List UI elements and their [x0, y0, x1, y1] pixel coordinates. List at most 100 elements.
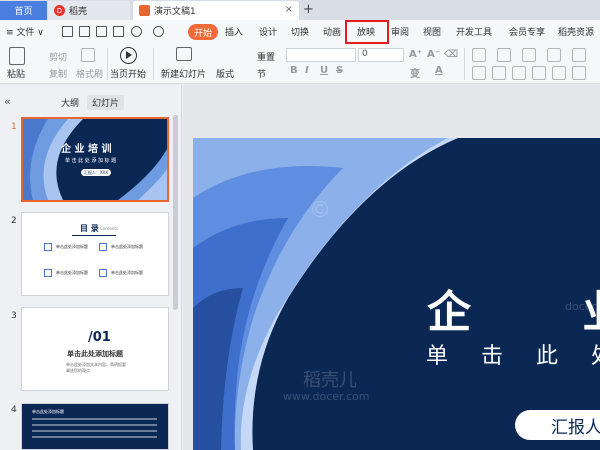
- clear-format-icon[interactable]: ⌫: [444, 49, 458, 60]
- tab-docer-label: 稻壳: [69, 7, 88, 17]
- paste-icon[interactable]: [9, 47, 25, 65]
- item-marker: [44, 269, 52, 277]
- copy-button[interactable]: 复制: [49, 67, 67, 80]
- reset-button[interactable]: 重置: [257, 50, 275, 63]
- font-color-button[interactable]: A: [435, 65, 443, 76]
- thumb-title: 单击此处添加标题: [32, 409, 64, 414]
- tab-slides[interactable]: 幻灯片: [87, 95, 125, 110]
- justify-icon[interactable]: [532, 66, 546, 80]
- bold-button[interactable]: B: [290, 65, 298, 76]
- toolbar-divider: [107, 48, 108, 80]
- slide-canvas[interactable]: © 稻壳儿 www.docer.com docer.com 企 业 单 击 此 …: [193, 138, 600, 450]
- toc-item: 单击此处添加标题: [56, 270, 88, 275]
- menu-developer[interactable]: 开发工具: [456, 25, 492, 38]
- menu-transition[interactable]: 切换: [291, 25, 309, 38]
- tab-outline[interactable]: 大纲: [61, 96, 79, 109]
- watermark-url: www.docer.com: [283, 390, 370, 403]
- menu-start-label: 开始: [193, 28, 212, 39]
- preview-icon[interactable]: [113, 26, 124, 37]
- text-line: [32, 424, 157, 426]
- menu-animation[interactable]: 动画: [323, 25, 341, 38]
- new-tab-icon[interactable]: +: [303, 2, 314, 17]
- menu-start[interactable]: 开始: [188, 24, 218, 40]
- shrink-font-button[interactable]: A⁻: [427, 49, 440, 60]
- watermark-text: 稻壳儿: [303, 370, 357, 391]
- item-marker: [99, 269, 107, 277]
- play-icon[interactable]: [120, 47, 137, 64]
- panel-scrollbar[interactable]: [173, 115, 178, 310]
- outdent-icon[interactable]: [547, 48, 561, 62]
- text-direction-icon[interactable]: [572, 66, 586, 80]
- slideshow-highlight-box: [345, 20, 389, 44]
- tab-document-label: 演示文稿1: [154, 7, 196, 17]
- thumb-subtitle: 单 击 此 处 添 加 标 题: [65, 158, 117, 164]
- slide-number: 4: [11, 405, 17, 415]
- menu-view[interactable]: 视图: [423, 25, 441, 38]
- numbered-list-icon[interactable]: [497, 48, 511, 62]
- presenter-button[interactable]: 汇报人: [515, 410, 600, 440]
- export-icon[interactable]: [79, 26, 90, 37]
- slide-title[interactable]: 企 业: [427, 276, 600, 340]
- menu-docer-resources[interactable]: 稻壳资源: [558, 25, 594, 38]
- tab-document[interactable]: 演示文稿1 ×: [133, 1, 299, 20]
- thumb-title: 企 业 培 训: [61, 144, 112, 155]
- thumb-button: 汇报人：XXX: [81, 169, 111, 176]
- slides-panel: « 大纲 幻灯片 1 2 3 4 企 业 培 训 单 击 此 处 添 加 标 题…: [0, 85, 182, 450]
- font-size-select[interactable]: 0: [358, 48, 404, 62]
- tab-home[interactable]: 首页: [0, 1, 47, 20]
- format-painter-button[interactable]: 格式刷: [76, 67, 103, 80]
- layout-button[interactable]: 版式: [216, 67, 234, 80]
- tab-docer[interactable]: D 稻壳: [48, 1, 130, 20]
- indent-icon[interactable]: [522, 48, 536, 62]
- menu-membership[interactable]: 会员专享: [509, 25, 545, 38]
- slide-thumbnail-1[interactable]: 企 业 培 训 单 击 此 处 添 加 标 题 汇报人：XXX: [21, 117, 169, 202]
- format-painter-icon[interactable]: [81, 48, 95, 62]
- align-right-icon[interactable]: [512, 66, 526, 80]
- docer-logo-icon: D: [54, 5, 65, 16]
- new-slide-button[interactable]: 新建幻灯片: [161, 67, 206, 80]
- thumb-section-number: /01: [88, 330, 111, 345]
- toc-item: 单击此处添加标题: [111, 244, 143, 249]
- strikethrough-button[interactable]: S: [336, 65, 343, 76]
- print-icon[interactable]: [96, 26, 107, 37]
- slide-thumbnail-4[interactable]: 单击此处添加标题: [21, 403, 169, 450]
- presentation-icon: [139, 5, 150, 16]
- paste-button[interactable]: 粘贴: [7, 67, 25, 80]
- toolbar-divider: [464, 48, 465, 80]
- close-tab-icon[interactable]: ×: [285, 4, 293, 15]
- menu-file[interactable]: ≡ 文件 ∨: [6, 25, 44, 38]
- line-spacing-icon[interactable]: [572, 48, 586, 62]
- slide-thumbnail-2[interactable]: 目 录 Contents 单击此处添加标题 单击此处添加标题 单击此处添加标题 …: [21, 212, 169, 296]
- thumb-title-en: Contents: [100, 226, 118, 231]
- text-line: [32, 418, 157, 420]
- undo-icon[interactable]: [131, 26, 142, 37]
- bullet-list-icon[interactable]: [472, 48, 486, 62]
- menu-design[interactable]: 设计: [259, 25, 277, 38]
- thumb-description: 单击此处添加文本内容，简明扼要阐述您的观点: [66, 362, 126, 373]
- tab-home-label: 首页: [14, 7, 33, 17]
- pinyin-button[interactable]: 变: [410, 65, 420, 80]
- collapse-panel-icon[interactable]: «: [4, 95, 11, 108]
- slide-subtitle[interactable]: 单 击 此 处 添: [426, 338, 600, 370]
- save-icon[interactable]: [62, 26, 73, 37]
- distribute-icon[interactable]: [552, 66, 566, 80]
- grow-font-button[interactable]: A⁺: [409, 49, 422, 60]
- item-marker: [44, 243, 52, 251]
- new-slide-icon[interactable]: [176, 47, 192, 61]
- cut-button[interactable]: 剪切: [49, 50, 67, 63]
- menu-insert[interactable]: 插入: [225, 25, 243, 38]
- text-line: [32, 430, 157, 432]
- item-marker: [99, 243, 107, 251]
- play-from-current-button[interactable]: 当页开始: [110, 67, 146, 80]
- redo-icon[interactable]: [153, 26, 164, 37]
- menu-bar: ≡ 文件 ∨ 开始 插入 设计 切换 动画 放映 审阅 视图 开发工具 会员专享…: [0, 20, 600, 44]
- italic-button[interactable]: I: [305, 65, 309, 76]
- underline-button[interactable]: U: [320, 65, 328, 76]
- slide-thumbnail-3[interactable]: /01 单击此处添加标题 单击此处添加文本内容，简明扼要阐述您的观点: [21, 307, 169, 391]
- section-button[interactable]: 节: [257, 67, 266, 80]
- menu-review[interactable]: 审阅: [391, 25, 409, 38]
- align-center-icon[interactable]: [492, 66, 506, 80]
- font-family-select[interactable]: [286, 48, 356, 62]
- align-left-icon[interactable]: [472, 66, 486, 80]
- text-line: [32, 436, 157, 438]
